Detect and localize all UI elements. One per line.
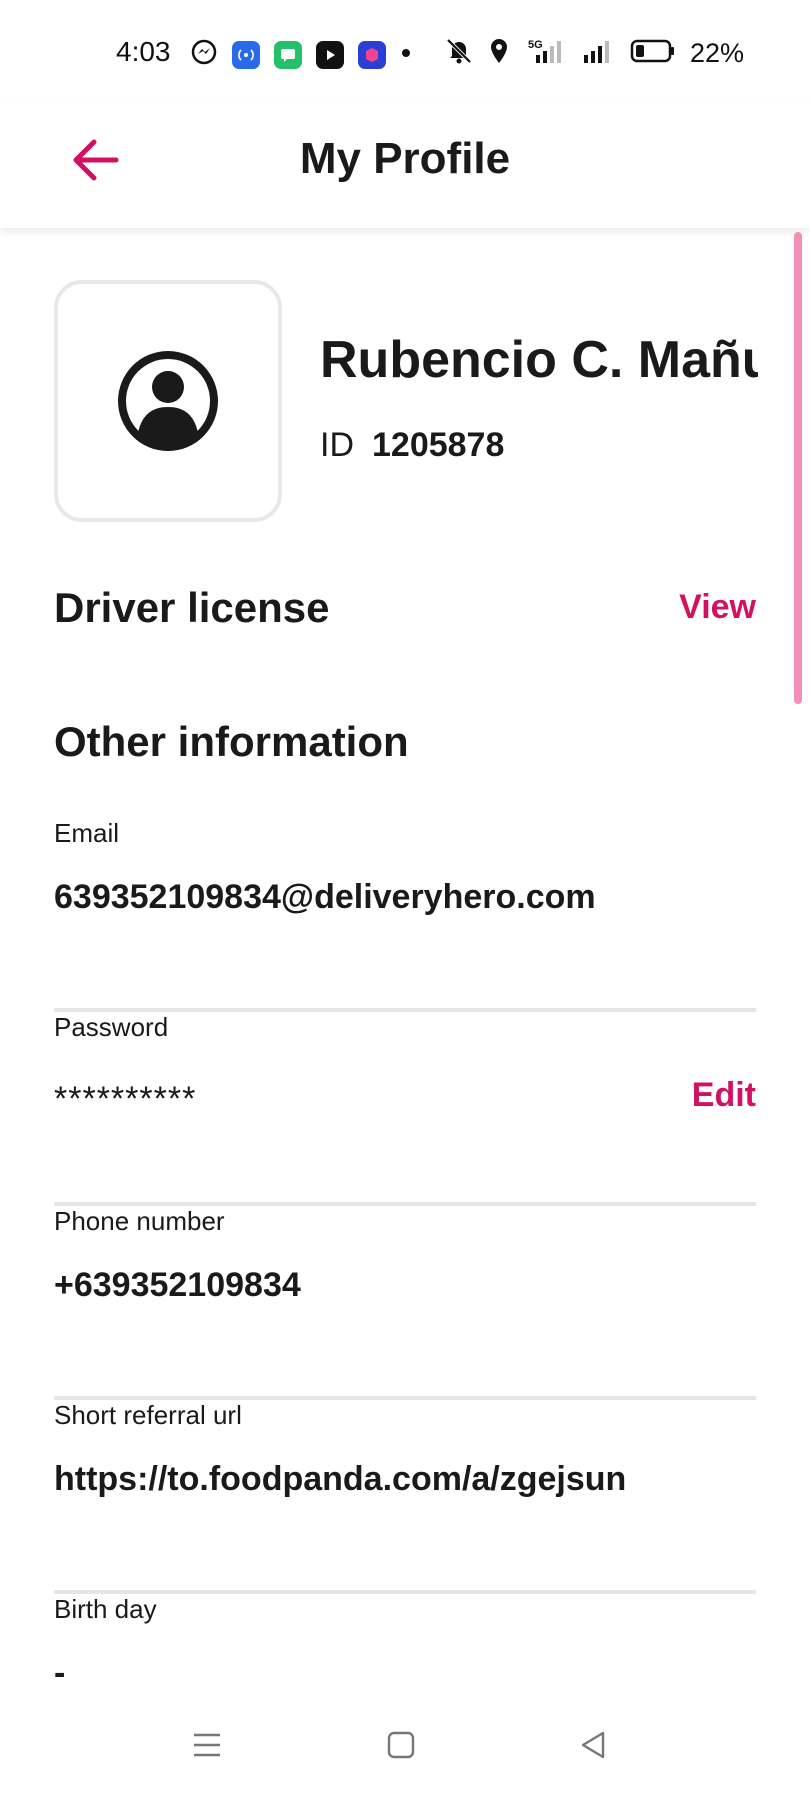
- recents-button[interactable]: [182, 1720, 232, 1770]
- svg-text:5G: 5G: [528, 39, 543, 51]
- status-bar: 4:03 5G 22%: [0, 0, 810, 100]
- system-icons: 5G 22%: [444, 36, 744, 71]
- messages-icon: [274, 40, 302, 69]
- lazada-icon: [358, 40, 386, 69]
- birthday-label: Birth day: [54, 1594, 157, 1624]
- hotspot-icon: [232, 40, 260, 69]
- square-icon: [387, 1731, 415, 1759]
- triangle-back-icon: [581, 1731, 605, 1759]
- phone-value: +639352109834: [54, 1266, 301, 1304]
- mute-icon: [444, 36, 474, 71]
- home-button[interactable]: [376, 1720, 426, 1770]
- phone-label: Phone number: [54, 1206, 225, 1236]
- phone-field: Phone number +639352109834: [54, 1206, 756, 1400]
- profile-id-label: ID: [320, 426, 354, 464]
- messenger-icon: [190, 38, 218, 71]
- status-time: 4:03: [116, 36, 171, 67]
- email-value: 639352109834@deliveryhero.com: [54, 878, 596, 916]
- notification-icons: [190, 38, 412, 71]
- scrollbar-thumb[interactable]: [794, 232, 802, 704]
- location-icon: [488, 37, 510, 70]
- profile-name: Rubencio C. Mañuz: [320, 331, 758, 389]
- profile-id: ID 1205878: [320, 426, 504, 465]
- password-value: **********: [54, 1080, 197, 1118]
- system-nav-bar: [0, 1690, 810, 1800]
- referral-url-field: Short referral url https://to.foodpanda.…: [54, 1400, 756, 1594]
- app-header: My Profile: [0, 100, 810, 228]
- youtube-icon: [316, 40, 344, 69]
- birthday-value: -: [54, 1654, 66, 1692]
- battery-icon: [630, 38, 676, 69]
- referral-url-label: Short referral url: [54, 1400, 242, 1430]
- password-label: Password: [54, 1012, 169, 1042]
- avatar[interactable]: [54, 280, 282, 522]
- system-back-button[interactable]: [568, 1720, 618, 1770]
- other-information-title: Other information: [54, 718, 409, 765]
- signal-5g-icon: 5G: [524, 37, 568, 70]
- signal-icon: [582, 37, 616, 70]
- battery-percent: 22%: [689, 38, 744, 68]
- view-license-button[interactable]: View: [679, 588, 756, 627]
- password-field: Password ********** Edit: [54, 1012, 756, 1206]
- email-label: Email: [54, 818, 120, 848]
- profile-id-value: 1205878: [372, 426, 505, 464]
- menu-lines-icon: [194, 1733, 220, 1757]
- referral-url-value: https://to.foodpanda.com/a/zgejsun: [54, 1460, 627, 1498]
- email-field: Email 639352109834@deliveryhero.com: [54, 818, 756, 1012]
- birthday-field: Birth day -: [54, 1594, 756, 1694]
- edit-password-button[interactable]: Edit: [692, 1076, 756, 1115]
- more-notifications-dot-icon: [400, 46, 412, 64]
- user-avatar-icon: [118, 351, 218, 451]
- page-title: My Profile: [299, 134, 511, 183]
- driver-license-title: Driver license: [54, 584, 330, 631]
